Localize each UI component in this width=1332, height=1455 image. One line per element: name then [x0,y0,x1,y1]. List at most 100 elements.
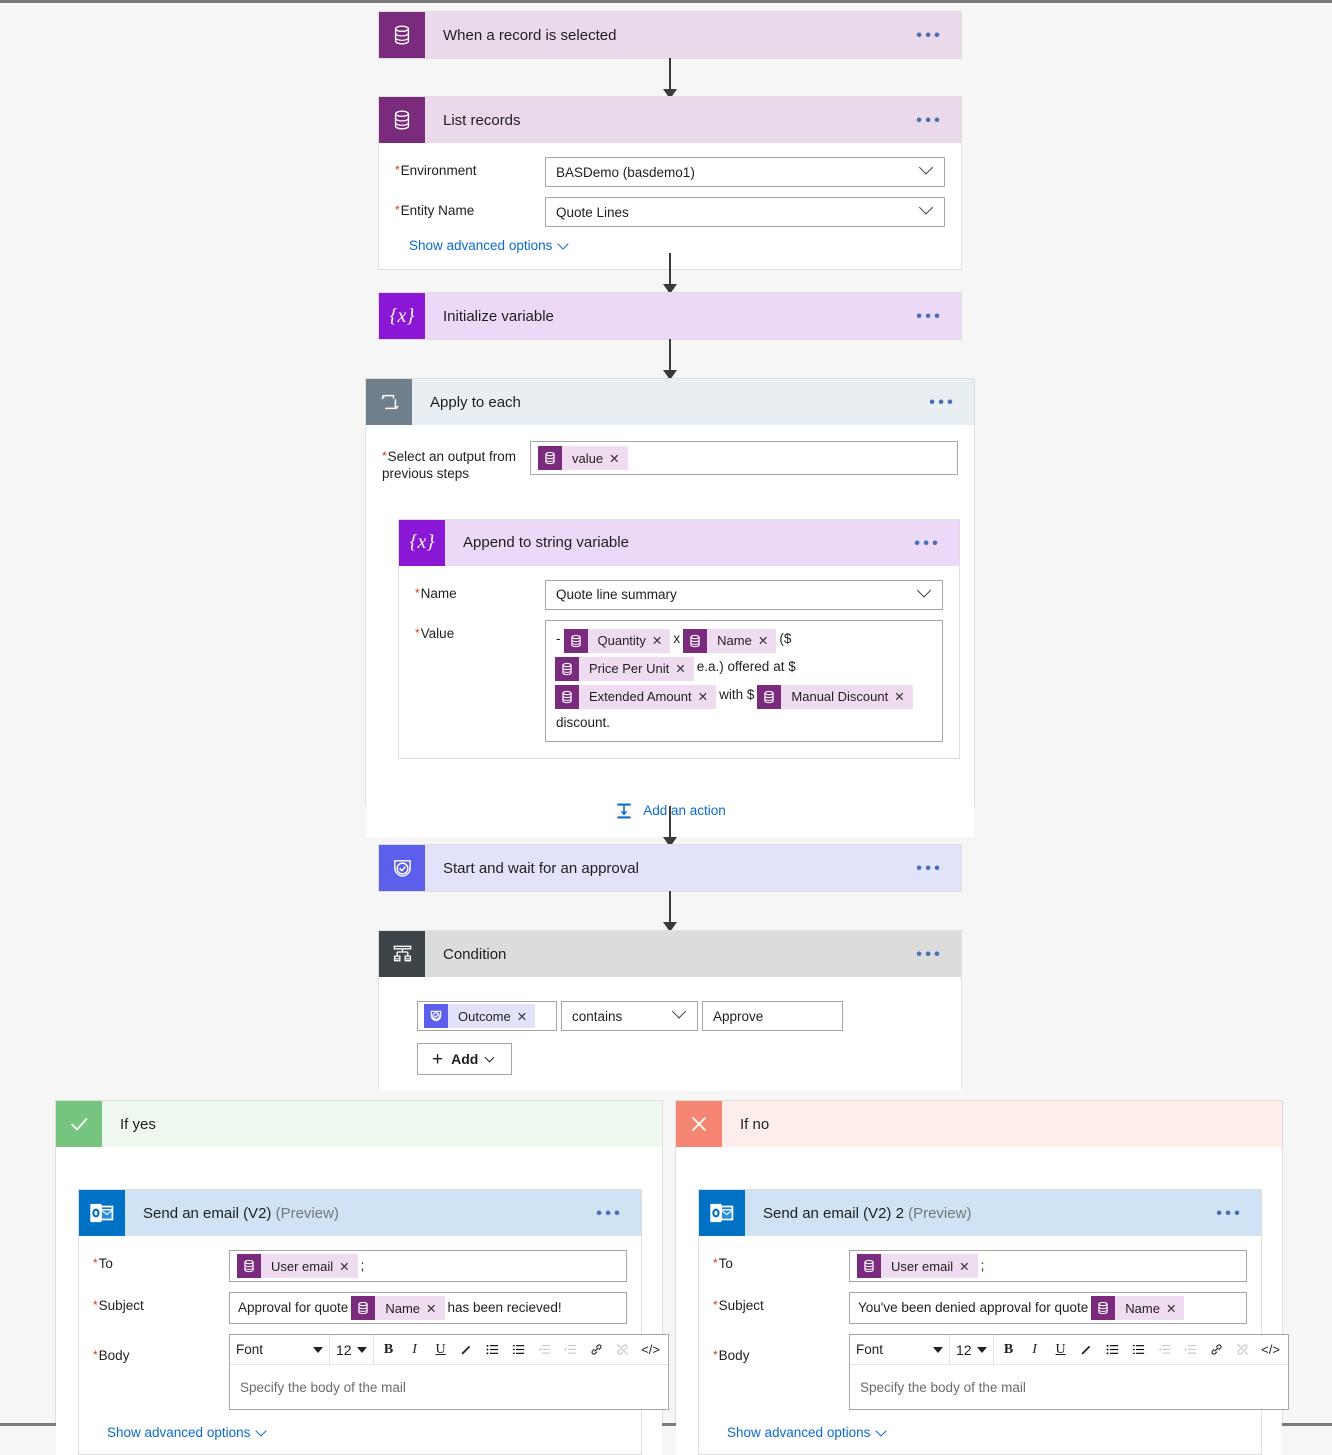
body-placeholder[interactable]: Specify the body of the mail [230,1365,668,1409]
remove-link-icon[interactable] [1230,1337,1256,1363]
step-header[interactable]: Send an email (V2) (Preview) ••• [79,1190,641,1236]
token-remove-button[interactable]: ✕ [1166,1301,1184,1316]
increase-indent-icon[interactable] [1178,1337,1204,1363]
scope-header[interactable]: Apply to each ••• [366,379,974,425]
step-menu-button[interactable]: ••• [1216,1205,1243,1222]
font-size-dropdown[interactable]: 12 [950,1335,994,1365]
branch-if-yes[interactable]: If yes Send an email (V2) [55,1100,663,1423]
token-remove-button[interactable]: ✕ [959,1259,977,1274]
flow-step-list-records[interactable]: List records ••• *Environment BASDemo (b… [378,96,962,270]
bulleted-list-icon[interactable] [1100,1337,1126,1363]
token-outcome[interactable]: Outcome ✕ [424,1004,535,1028]
scope-menu-button[interactable]: ••• [929,394,956,411]
token-user-email[interactable]: User email ✕ [857,1254,978,1278]
text-color-icon[interactable] [454,1337,480,1363]
flow-step-append-to-string-variable[interactable]: {x} Append to string variable ••• *Name … [398,519,960,759]
token-quantity[interactable]: Quantity✕ [564,629,671,653]
body-rich-text-editor[interactable]: Font 12 B I U [849,1334,1289,1410]
environment-dropdown[interactable]: BASDemo (basdemo1) [545,157,945,187]
token-price-per-unit[interactable]: Price Per Unit✕ [555,657,694,681]
condition-left-operand[interactable]: Outcome ✕ [417,1001,557,1031]
token-remove-button[interactable]: ✕ [698,685,716,709]
italic-icon[interactable]: I [1022,1337,1048,1363]
flow-step-initialize-variable[interactable]: {x} Initialize variable ••• [378,292,962,340]
token-name[interactable]: Name ✕ [351,1296,444,1320]
show-advanced-options-link[interactable]: Show advanced options [107,1425,268,1440]
token-label: Name [707,629,758,653]
flow-step-when-a-record-is-selected[interactable]: When a record is selected ••• [378,11,962,59]
show-advanced-options-link[interactable]: Show advanced options [409,238,570,253]
token-remove-button[interactable]: ✕ [675,657,693,681]
flow-step-send-an-email-v2[interactable]: Send an email (V2) (Preview) ••• *To [78,1189,642,1455]
font-family-dropdown[interactable]: Font [230,1335,330,1365]
insert-link-icon[interactable] [584,1337,610,1363]
show-advanced-options-link[interactable]: Show advanced options [727,1425,888,1440]
bulleted-list-icon[interactable] [480,1337,506,1363]
token-value[interactable]: value ✕ [538,446,628,470]
to-input[interactable]: User email ✕ ; [849,1250,1247,1282]
token-remove-button[interactable]: ✕ [894,685,912,709]
step-menu-button[interactable]: ••• [916,112,943,129]
numbered-list-icon[interactable] [506,1337,532,1363]
entity-name-dropdown[interactable]: Quote Lines [545,197,945,227]
branch-header[interactable]: If yes [56,1101,662,1147]
underline-icon[interactable]: U [1048,1337,1074,1363]
underline-icon[interactable]: U [428,1337,454,1363]
step-header[interactable]: Condition ••• [379,931,961,977]
font-size-dropdown[interactable]: 12 [330,1335,374,1365]
flow-step-condition[interactable]: Condition ••• Outcome ✕ contains Approve [378,930,962,1088]
token-remove-button[interactable]: ✕ [339,1259,357,1274]
branch-if-no[interactable]: If no Send an email (V2) 2 [675,1100,1283,1423]
body-placeholder[interactable]: Specify the body of the mail [850,1365,1288,1409]
token-manual-discount[interactable]: Manual Discount✕ [757,685,912,709]
token-remove-button[interactable]: ✕ [609,451,627,466]
to-input[interactable]: User email ✕ ; [229,1250,627,1282]
flow-step-start-and-wait-for-an-approval[interactable]: Start and wait for an approval ••• [378,844,962,892]
step-menu-button[interactable]: ••• [916,946,943,963]
decrease-indent-icon[interactable] [532,1337,558,1363]
italic-icon[interactable]: I [402,1337,428,1363]
token-remove-button[interactable]: ✕ [758,629,776,653]
token-user-email[interactable]: User email ✕ [237,1254,358,1278]
flow-scope-apply-to-each[interactable]: Apply to each ••• *Select an output from… [365,378,975,806]
step-header[interactable]: When a record is selected ••• [379,12,961,58]
flow-step-send-an-email-v2-2[interactable]: Send an email (V2) 2 (Preview) ••• *To [698,1189,1262,1455]
insert-link-icon[interactable] [1204,1337,1230,1363]
step-menu-button[interactable]: ••• [916,27,943,44]
bold-icon[interactable]: B [996,1337,1022,1363]
variable-name-dropdown[interactable]: Quote line summary [545,580,943,610]
remove-link-icon[interactable] [610,1337,636,1363]
step-menu-button[interactable]: ••• [596,1205,623,1222]
token-remove-button[interactable]: ✕ [426,1301,444,1316]
step-header[interactable]: List records ••• [379,97,961,143]
body-rich-text-editor[interactable]: Font 12 B I U [229,1334,669,1410]
condition-operator-dropdown[interactable]: contains [561,1001,698,1031]
token-extended-amount[interactable]: Extended Amount✕ [555,685,716,709]
step-menu-button[interactable]: ••• [916,860,943,877]
select-output-input[interactable]: value ✕ [530,441,958,475]
bold-icon[interactable]: B [376,1337,402,1363]
token-name[interactable]: Name ✕ [1091,1296,1184,1320]
step-menu-button[interactable]: ••• [916,308,943,325]
step-menu-button[interactable]: ••• [914,534,941,551]
condition-right-operand-input[interactable]: Approve [702,1001,843,1031]
text-color-icon[interactable] [1074,1337,1100,1363]
step-header[interactable]: {x} Initialize variable ••• [379,293,961,339]
subject-input[interactable]: You've been denied approval for quote Na… [849,1292,1247,1324]
font-family-dropdown[interactable]: Font [850,1335,950,1365]
token-remove-button[interactable]: ✕ [517,1009,535,1024]
step-header[interactable]: Send an email (V2) 2 (Preview) ••• [699,1190,1261,1236]
code-view-icon[interactable]: </> [1256,1337,1286,1363]
token-remove-button[interactable]: ✕ [652,629,670,653]
numbered-list-icon[interactable] [1126,1337,1152,1363]
token-name[interactable]: Name✕ [683,629,776,653]
increase-indent-icon[interactable] [558,1337,584,1363]
add-condition-button[interactable]: + Add [417,1043,512,1075]
step-header[interactable]: Start and wait for an approval ••• [379,845,961,891]
step-header[interactable]: {x} Append to string variable ••• [399,520,959,566]
code-view-icon[interactable]: </> [636,1337,666,1363]
subject-input[interactable]: Approval for quote Name ✕ has been recie… [229,1292,627,1324]
branch-header[interactable]: If no [676,1101,1282,1147]
decrease-indent-icon[interactable] [1152,1337,1178,1363]
value-rich-input[interactable]: -Quantity✕xName✕($Price Per Unit✕e.a.) o… [545,620,943,742]
